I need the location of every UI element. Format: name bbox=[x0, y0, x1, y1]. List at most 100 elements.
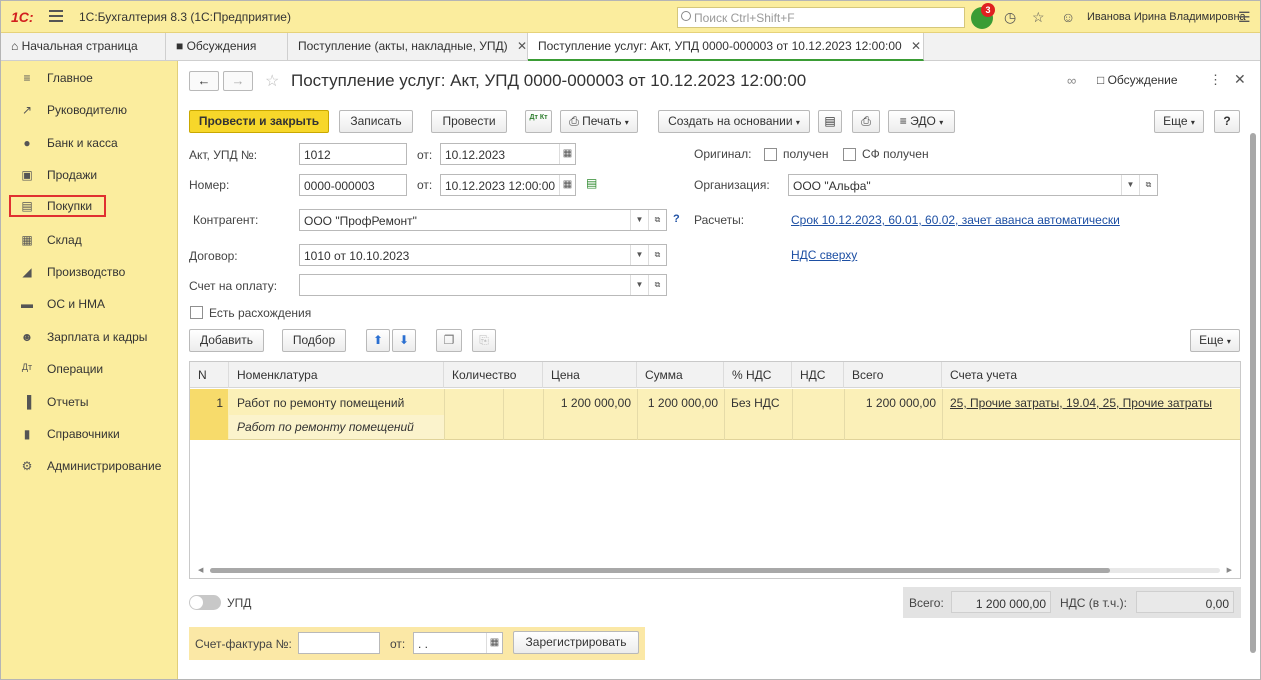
scroll-thumb[interactable] bbox=[1250, 133, 1256, 653]
more-actions-icon[interactable]: ⋮ bbox=[1209, 72, 1222, 88]
row-nomenclature[interactable]: Работ по ремонту помещений bbox=[237, 396, 404, 410]
sf-received-checkbox[interactable] bbox=[843, 148, 856, 161]
notifications-bell-icon[interactable]: 3 bbox=[971, 3, 995, 29]
close-icon[interactable]: ✕ bbox=[1234, 71, 1246, 88]
col-vat-rate[interactable]: % НДС bbox=[724, 362, 792, 388]
organization-field[interactable]: ООО "Альфа" ▼ ⧉ bbox=[788, 174, 1158, 196]
contract-field[interactable]: 1010 от 10.10.2023 ▼ ⧉ bbox=[299, 244, 667, 266]
table-row[interactable]: 1 Работ по ремонту помещений Работ по ре… bbox=[190, 389, 1240, 440]
sidebar-item-main[interactable]: ≡ Главное bbox=[9, 67, 169, 89]
sidebar-item-payroll[interactable]: ☻ Зарплата и кадры bbox=[9, 326, 169, 348]
tab-current-document[interactable]: Поступление услуг: Акт, УПД 0000-000003 … bbox=[528, 33, 924, 61]
discussion-button[interactable]: □ Обсуждение bbox=[1097, 73, 1178, 87]
tab-receipts-list[interactable]: Поступление (акты, накладные, УПД) ✕ bbox=[288, 33, 528, 61]
save-button[interactable]: Записать bbox=[339, 110, 413, 133]
tab-discussions[interactable]: ■ Обсуждения bbox=[166, 33, 288, 61]
row-total[interactable]: 1 200 000,00 bbox=[844, 396, 936, 410]
close-tab-icon[interactable]: ✕ bbox=[911, 39, 921, 53]
user-icon[interactable]: ☺ bbox=[1061, 9, 1075, 25]
main-menu-icon[interactable]: ☰ bbox=[1238, 9, 1251, 26]
col-quantity[interactable]: Количество bbox=[444, 362, 543, 388]
history-icon[interactable]: ◷ bbox=[1004, 9, 1016, 26]
close-tab-icon[interactable]: ✕ bbox=[517, 39, 527, 53]
register-button[interactable]: Зарегистрировать bbox=[513, 631, 639, 654]
invoice-field[interactable]: ▼ ⧉ bbox=[299, 274, 667, 296]
row-content[interactable]: Работ по ремонту помещений bbox=[229, 415, 444, 439]
sidebar-item-administration[interactable]: ⚙ Администрирование bbox=[9, 455, 169, 477]
document-date-field[interactable]: 10.12.2023 12:00:00 ▦ bbox=[440, 174, 576, 196]
open-icon[interactable]: ⧉ bbox=[648, 245, 666, 265]
calendar-icon[interactable]: ▦ bbox=[559, 175, 575, 195]
copy-icon[interactable]: ❐ bbox=[436, 329, 462, 352]
row-price[interactable]: 1 200 000,00 bbox=[543, 396, 631, 410]
forward-button[interactable]: → bbox=[223, 71, 253, 91]
sidebar-item-sales[interactable]: ▣ Продажи bbox=[9, 164, 169, 186]
favorites-star-icon[interactable]: ☆ bbox=[1032, 9, 1045, 26]
horizontal-scrollbar[interactable]: ◀ ▶ bbox=[198, 566, 1232, 574]
sf-date-field[interactable]: . . ▦ bbox=[413, 632, 503, 654]
chevron-down-icon[interactable]: ▼ bbox=[1121, 175, 1139, 195]
col-sum[interactable]: Сумма bbox=[637, 362, 724, 388]
tab-home[interactable]: ⌂ Начальная страница bbox=[1, 33, 166, 61]
row-accounts-link[interactable]: 25, Прочие затраты, 19.04, 25, Прочие за… bbox=[950, 396, 1212, 410]
sf-number-field[interactable] bbox=[298, 632, 380, 654]
help-icon[interactable]: ? bbox=[673, 213, 680, 225]
fill-date-icon[interactable]: ▤ bbox=[586, 176, 597, 190]
col-total[interactable]: Всего bbox=[844, 362, 942, 388]
back-button[interactable]: ← bbox=[189, 71, 219, 91]
discrepancy-checkbox[interactable] bbox=[190, 306, 203, 319]
user-name[interactable]: Иванова Ирина Владимировна bbox=[1087, 11, 1246, 23]
col-nomenclature[interactable]: Номенклатура bbox=[229, 362, 444, 388]
row-vat-rate[interactable]: Без НДС bbox=[731, 396, 780, 410]
scroll-right-icon[interactable]: ▶ bbox=[1227, 566, 1232, 574]
upd-toggle[interactable] bbox=[189, 595, 221, 610]
dt-kt-button[interactable]: Дт Кт bbox=[525, 110, 552, 133]
sidebar-item-bank[interactable]: ● Банк и касса bbox=[9, 132, 169, 154]
col-accounts[interactable]: Счета учета bbox=[942, 362, 1240, 388]
row-sum[interactable]: 1 200 000,00 bbox=[637, 396, 718, 410]
move-up-icon[interactable]: ⬆ bbox=[366, 329, 390, 352]
scroll-thumb[interactable] bbox=[210, 568, 1110, 573]
global-search-input[interactable]: Поиск Ctrl+Shift+F bbox=[677, 7, 965, 28]
col-vat[interactable]: НДС bbox=[792, 362, 844, 388]
post-button[interactable]: Провести bbox=[431, 110, 507, 133]
post-and-close-button[interactable]: Провести и закрыть bbox=[189, 110, 329, 133]
calendar-icon[interactable]: ▦ bbox=[486, 633, 502, 653]
sidebar-item-warehouse[interactable]: ▦ Склад bbox=[9, 229, 169, 251]
sidebar-item-production[interactable]: ◢ Производство bbox=[9, 261, 169, 283]
act-date-field[interactable]: 10.12.2023 ▦ bbox=[440, 143, 576, 165]
structure-icon[interactable]: ▤ bbox=[818, 110, 842, 133]
attachment-icon[interactable]: ⎙ bbox=[852, 110, 880, 133]
sidebar-item-purchases[interactable]: ▤ Покупки bbox=[9, 195, 106, 217]
hamburger-menu-icon[interactable] bbox=[49, 10, 63, 22]
help-button[interactable]: ? bbox=[1214, 110, 1240, 133]
number-field[interactable]: 0000-000003 bbox=[299, 174, 407, 196]
more-button[interactable]: Еще ▾ bbox=[1154, 110, 1204, 133]
vat-on-top-link[interactable]: НДС сверху bbox=[791, 248, 857, 262]
col-price[interactable]: Цена bbox=[543, 362, 637, 388]
calendar-icon[interactable]: ▦ bbox=[559, 144, 575, 164]
favorite-star-icon[interactable]: ☆ bbox=[265, 71, 279, 91]
print-button[interactable]: ⎙ Печать ▾ bbox=[560, 110, 638, 133]
scroll-left-icon[interactable]: ◀ bbox=[198, 566, 203, 574]
open-icon[interactable]: ⧉ bbox=[648, 275, 666, 295]
open-icon[interactable]: ⧉ bbox=[648, 210, 666, 230]
original-received-checkbox[interactable] bbox=[764, 148, 777, 161]
sidebar-item-manager[interactable]: ↗ Руководителю bbox=[9, 99, 169, 121]
col-n[interactable]: N bbox=[190, 362, 229, 388]
open-icon[interactable]: ⧉ bbox=[1139, 175, 1157, 195]
act-number-field[interactable]: 1012 bbox=[299, 143, 407, 165]
chevron-down-icon[interactable]: ▼ bbox=[630, 245, 648, 265]
move-down-icon[interactable]: ⬇ bbox=[392, 329, 416, 352]
vertical-scrollbar[interactable] bbox=[1249, 127, 1257, 667]
sidebar-item-fixed-assets[interactable]: ▬ ОС и НМА bbox=[9, 293, 169, 315]
edo-button[interactable]: ≡ ЭДО ▾ bbox=[888, 110, 955, 133]
chevron-down-icon[interactable]: ▼ bbox=[630, 275, 648, 295]
create-based-on-button[interactable]: Создать на основании ▾ bbox=[658, 110, 810, 133]
settlements-link[interactable]: Срок 10.12.2023, 60.01, 60.02, зачет ава… bbox=[791, 213, 1120, 227]
add-row-button[interactable]: Добавить bbox=[189, 329, 264, 352]
paste-icon[interactable]: ⎘ bbox=[472, 329, 496, 352]
pick-button[interactable]: Подбор bbox=[282, 329, 346, 352]
table-more-button[interactable]: Еще ▾ bbox=[1190, 329, 1240, 352]
sidebar-item-operations[interactable]: Дт Операции bbox=[9, 358, 169, 380]
